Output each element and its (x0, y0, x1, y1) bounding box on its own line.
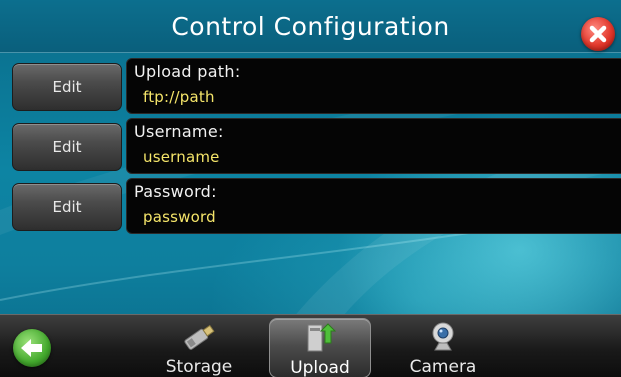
username-value: username (143, 148, 220, 166)
upload-icon (307, 323, 337, 352)
upload-path-label: Upload path: (134, 62, 241, 81)
upload-path-field: Upload path: ftp://path (126, 58, 621, 114)
close-icon (589, 25, 607, 43)
upload-path-value: ftp://path (143, 88, 215, 106)
title-bar: Control Configuration (0, 0, 621, 53)
tab-storage-label: Storage (165, 357, 233, 377)
username-label: Username: (134, 122, 224, 141)
page-title: Control Configuration (171, 12, 450, 41)
config-screen: Control Configuration Edit Upload path: … (0, 0, 621, 377)
edit-password-button[interactable]: Edit (12, 183, 122, 231)
back-arrow-icon (21, 339, 42, 357)
edit-upload-path-button[interactable]: Edit (12, 63, 122, 111)
tab-upload[interactable]: Upload (269, 318, 371, 377)
password-row: Edit Password: password (12, 178, 621, 234)
password-field: Password: password (126, 178, 621, 234)
username-row: Edit Username: username (12, 118, 621, 174)
edit-username-button[interactable]: Edit (12, 123, 122, 171)
password-value: password (143, 208, 216, 226)
tab-storage[interactable]: Storage (149, 318, 249, 377)
tab-camera-label: Camera (409, 357, 477, 377)
tab-camera[interactable]: Camera (393, 318, 493, 377)
close-button[interactable] (581, 17, 615, 51)
back-button[interactable] (13, 329, 51, 367)
upload-path-row: Edit Upload path: ftp://path (12, 58, 621, 114)
usb-drive-icon (184, 324, 215, 350)
webcam-icon (432, 322, 454, 351)
tab-upload-label: Upload (290, 358, 350, 377)
password-label: Password: (134, 182, 217, 201)
bottom-nav-bar: Storage Upload Camera (0, 314, 621, 377)
username-field: Username: username (126, 118, 621, 174)
